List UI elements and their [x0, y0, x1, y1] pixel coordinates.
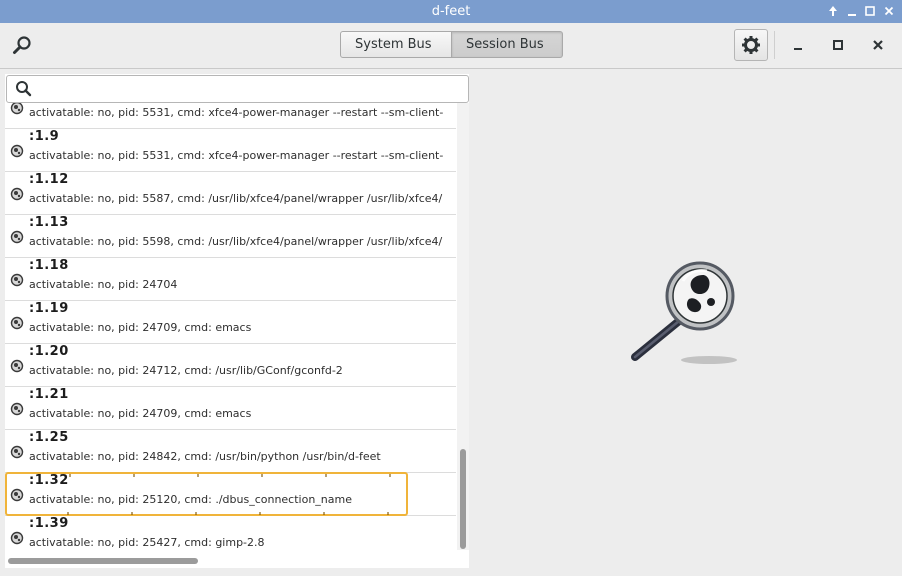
- bus-switcher: System Bus Session Bus: [340, 31, 563, 58]
- minimize-icon: [794, 48, 802, 50]
- connection-row[interactable]: :1.13 activatable: no, pid: 5598, cmd: /u…: [5, 214, 456, 258]
- gear-icon: [742, 36, 760, 54]
- close-button[interactable]: [868, 35, 888, 55]
- connection-details: activatable: no, pid: 24842, cmd: /usr/b…: [29, 450, 381, 463]
- connection-name: :1.32: [29, 473, 69, 488]
- maximize-button[interactable]: [828, 35, 848, 55]
- settings-button[interactable]: [734, 29, 768, 61]
- connection-row[interactable]: :1.39 activatable: no, pid: 25427, cmd: g…: [5, 515, 456, 550]
- connection-name: :1.25: [29, 430, 69, 445]
- search-toggle-button[interactable]: [10, 33, 34, 57]
- vertical-scrollbar[interactable]: [457, 103, 469, 550]
- header-separator: [774, 31, 775, 59]
- connection-name: :1.18: [29, 258, 69, 273]
- connection-details: activatable: no, pid: 24709, cmd: emacs: [29, 407, 252, 420]
- connection-icon: [10, 445, 24, 459]
- app-window: d-feet System Bus Session Bus activatabl…: [0, 0, 902, 576]
- system-bus-button[interactable]: System Bus: [340, 31, 452, 58]
- connection-row[interactable]: :1.9 activatable: no, pid: 5531, cmd: xfc…: [5, 128, 456, 172]
- connection-row[interactable]: :1.25 activatable: no, pid: 24842, cmd: /…: [5, 429, 456, 473]
- connection-row[interactable]: :1.18 activatable: no, pid: 24704: [5, 257, 456, 301]
- maximize-icon: [833, 40, 843, 50]
- connection-details: activatable: no, pid: 5531, cmd: xfce4-p…: [29, 106, 444, 119]
- connection-name: :1.20: [29, 344, 69, 359]
- connection-row[interactable]: :1.12 activatable: no, pid: 5587, cmd: /u…: [5, 171, 456, 215]
- connection-icon: [10, 230, 24, 244]
- minimize-button[interactable]: [788, 35, 808, 55]
- connection-details: activatable: no, pid: 24712, cmd: /usr/l…: [29, 364, 343, 377]
- connection-row[interactable]: :1.19 activatable: no, pid: 24709, cmd: e…: [5, 300, 456, 344]
- connection-details: activatable: no, pid: 24709, cmd: emacs: [29, 321, 252, 334]
- connection-row[interactable]: activatable: no, pid: 5531, cmd: xfce4-p…: [5, 103, 456, 129]
- connection-details: activatable: no, pid: 5587, cmd: /usr/li…: [29, 192, 443, 205]
- connection-details: activatable: no, pid: 25120, cmd: ./dbus…: [29, 493, 352, 506]
- title-bar[interactable]: d-feet: [0, 0, 902, 23]
- connection-details: activatable: no, pid: 25427, cmd: gimp-2…: [29, 536, 265, 549]
- connection-icon: [10, 187, 24, 201]
- search-icon: [13, 36, 31, 54]
- connection-name: :1.12: [29, 172, 69, 187]
- connection-icon: [10, 531, 24, 545]
- horizontal-scrollbar[interactable]: [5, 553, 457, 565]
- details-pane: [469, 69, 902, 576]
- title-maximize-icon[interactable]: [863, 4, 877, 18]
- title-close-icon[interactable]: [882, 4, 896, 18]
- connection-icon: [10, 103, 24, 115]
- connection-name: :1.21: [29, 387, 69, 402]
- d-feet-logo-icon: [631, 261, 737, 364]
- connection-row[interactable]: :1.21 activatable: no, pid: 24709, cmd: e…: [5, 386, 456, 430]
- connection-row[interactable]: :1.32 activatable: no, pid: 25120, cmd: .…: [5, 472, 456, 516]
- window-title: d-feet: [431, 4, 471, 19]
- connection-list: activatable: no, pid: 5531, cmd: xfce4-p…: [5, 103, 456, 550]
- connection-icon: [10, 316, 24, 330]
- header-bar: System Bus Session Bus: [0, 23, 902, 69]
- connections-pane: activatable: no, pid: 5531, cmd: xfce4-p…: [5, 74, 469, 568]
- connection-details: activatable: no, pid: 5598, cmd: /usr/li…: [29, 235, 443, 248]
- horizontal-scroll-thumb[interactable]: [8, 558, 198, 564]
- connection-icon: [10, 144, 24, 158]
- up-arrow-icon[interactable]: [826, 4, 840, 18]
- close-icon: [873, 40, 883, 50]
- search-icon: [16, 81, 32, 97]
- connection-icon: [10, 359, 24, 373]
- session-bus-button[interactable]: Session Bus: [452, 31, 563, 58]
- connection-icon: [10, 402, 24, 416]
- connection-icon: [10, 273, 24, 287]
- connection-name: :1.9: [29, 129, 60, 144]
- connection-row[interactable]: :1.20 activatable: no, pid: 24712, cmd: /…: [5, 343, 456, 387]
- search-input[interactable]: [6, 75, 469, 103]
- connection-icon: [10, 488, 24, 502]
- connection-name: :1.13: [29, 215, 69, 230]
- connection-details: activatable: no, pid: 5531, cmd: xfce4-p…: [29, 149, 444, 162]
- title-minimize-icon[interactable]: [845, 4, 859, 18]
- connection-name: :1.19: [29, 301, 69, 316]
- connection-name: :1.39: [29, 516, 69, 531]
- vertical-scroll-thumb[interactable]: [460, 449, 466, 549]
- connection-details: activatable: no, pid: 24704: [29, 278, 178, 291]
